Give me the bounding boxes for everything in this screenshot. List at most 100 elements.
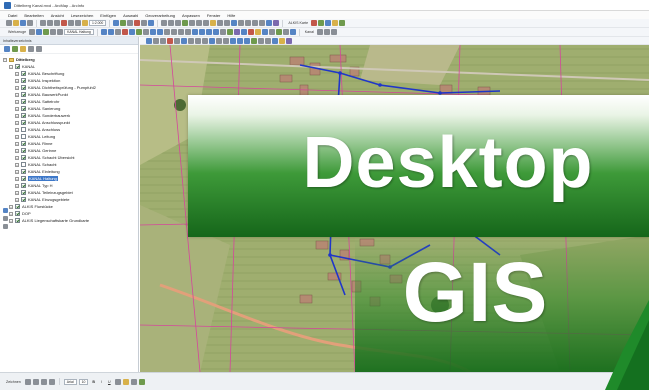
expand-icon[interactable]: + (15, 169, 19, 174)
connect-icon[interactable] (209, 37, 215, 44)
html-popup-icon[interactable] (245, 20, 252, 26)
font-color-icon[interactable] (114, 378, 121, 385)
kanal-tool-i-icon[interactable] (316, 29, 323, 35)
expand-icon[interactable]: + (15, 106, 19, 111)
export-icon[interactable] (286, 37, 292, 44)
reshape-icon[interactable] (188, 37, 194, 44)
toc-group-kanal-row[interactable]: − KANAL (0, 63, 138, 70)
kanal-tool-c-icon[interactable] (254, 29, 261, 35)
layer-checkbox[interactable] (21, 113, 26, 118)
layout-icon[interactable] (279, 37, 285, 44)
menu-hilfe[interactable]: Hilfe (227, 13, 235, 18)
font-select[interactable]: Arial (63, 378, 77, 385)
flag-icon[interactable] (135, 29, 142, 35)
expand-icon[interactable]: + (15, 127, 19, 132)
trace-downstream-icon[interactable] (156, 29, 163, 35)
toc-layer-row[interactable]: + KANAL Sanierung (0, 105, 138, 112)
menu-anpassen[interactable]: Anpassen (182, 13, 200, 18)
toc-layer-row[interactable]: + KANAL Rinne (0, 140, 138, 147)
kanal-tool-d-icon[interactable] (261, 29, 268, 35)
layer-checkbox[interactable] (21, 134, 26, 139)
expand-icon[interactable]: + (15, 183, 19, 188)
layer-checkbox[interactable] (21, 71, 26, 76)
identify-icon[interactable] (231, 20, 238, 26)
layer-checkbox[interactable] (21, 92, 26, 97)
sketch-icon[interactable] (43, 29, 50, 35)
expand-icon[interactable]: + (15, 141, 19, 146)
toc-layer-row[interactable]: + KANAL Einleitung (0, 168, 138, 175)
editor-icon[interactable] (113, 20, 120, 26)
line-tool-c-icon[interactable] (177, 29, 184, 35)
collapse-icon[interactable]: − (3, 57, 7, 62)
menu-einfuegen[interactable]: Einfügen (100, 13, 116, 18)
zoom-out-icon[interactable] (168, 20, 175, 26)
line-color-icon[interactable] (130, 378, 137, 385)
menu-fenster[interactable]: Fenster (207, 13, 221, 18)
arrow-up-icon[interactable] (205, 29, 212, 35)
create-features-icon[interactable] (114, 29, 121, 35)
catalog-icon[interactable] (120, 20, 127, 26)
toc-layer-row[interactable]: + KANAL Schacht (0, 161, 138, 168)
pan-icon[interactable] (175, 20, 182, 26)
toc-layer-row[interactable]: + KANAL Typ H (0, 182, 138, 189)
cut-icon[interactable] (40, 20, 46, 26)
network-c-icon[interactable] (244, 37, 250, 44)
toc-layer-row[interactable]: + KANAL Einzugsgebiete (0, 196, 138, 203)
open-folder-icon[interactable] (13, 20, 19, 26)
curve-icon[interactable] (202, 37, 208, 44)
toc-layer-row[interactable]: + KANAL Schacht Übersicht (0, 154, 138, 161)
print-icon[interactable] (27, 20, 33, 26)
toc-layer-row[interactable]: + KANAL Gerinne (0, 147, 138, 154)
rotate-element-icon[interactable] (32, 378, 39, 385)
draw-line-icon[interactable] (153, 37, 159, 44)
expand-icon[interactable]: + (15, 120, 19, 125)
line-tool-d-icon[interactable] (184, 29, 191, 35)
toc-group-row[interactable]: + DOP (0, 210, 138, 217)
select-elements-icon[interactable] (24, 378, 31, 385)
alkis-tool-b-icon[interactable] (318, 20, 325, 26)
expand-icon[interactable]: + (15, 85, 19, 90)
layer-checkbox[interactable] (21, 155, 26, 160)
toc-layer-row[interactable]: + KANAL Teileinzugsgebiet (0, 189, 138, 196)
toc-options-icon[interactable] (36, 46, 42, 52)
table-icon[interactable] (265, 37, 271, 44)
paste-icon[interactable] (54, 20, 60, 26)
menu-geoverarbeitung[interactable]: Geoverarbeitung (145, 13, 175, 18)
expand-icon[interactable]: + (15, 99, 19, 104)
dock-window-icon[interactable] (2, 208, 8, 213)
search-window-icon[interactable] (127, 20, 134, 26)
menu-lesezeichen[interactable]: Lesezeichen (71, 13, 93, 18)
arctoolbox-icon[interactable] (134, 20, 141, 26)
expand-icon[interactable]: + (15, 162, 19, 167)
expand-icon[interactable]: + (15, 78, 19, 83)
python-icon[interactable] (141, 20, 148, 26)
bold-button[interactable]: B (92, 380, 95, 384)
list-by-drawing-order-icon[interactable] (4, 46, 10, 52)
snap-icon[interactable] (219, 29, 226, 35)
measure-icon[interactable] (252, 20, 259, 26)
trace-upstream-icon[interactable] (149, 29, 156, 35)
kanal-tool-e-icon[interactable] (268, 29, 275, 35)
split-icon[interactable] (50, 29, 57, 35)
layer-checkbox[interactable] (21, 78, 26, 83)
layer-checkbox[interactable] (21, 169, 26, 174)
arrow-down-icon[interactable] (212, 29, 219, 35)
menu-bearbeiten[interactable]: Bearbeiten (24, 13, 43, 18)
line-tool-a-icon[interactable] (163, 29, 170, 35)
kanal-tool-j-icon[interactable] (323, 29, 330, 35)
move-icon[interactable] (181, 37, 187, 44)
expand-icon[interactable]: + (15, 176, 19, 181)
toc-layer-row[interactable]: + KANAL Inspektion (0, 77, 138, 84)
topology-icon[interactable] (226, 29, 233, 35)
toc-layer-row[interactable]: + KANAL BauwerkPunkt (0, 91, 138, 98)
find-icon[interactable] (259, 20, 266, 26)
expand-icon[interactable]: + (15, 197, 19, 202)
alkis-tool-e-icon[interactable] (339, 20, 346, 26)
layer-checkbox[interactable] (21, 141, 26, 146)
layer-checkbox[interactable] (15, 204, 20, 209)
expand-icon[interactable]: + (15, 113, 19, 118)
delete-icon[interactable] (61, 20, 67, 26)
time-slider-icon[interactable] (273, 20, 280, 26)
toc-layer-row[interactable]: + KANAL Sonderbauwerk (0, 112, 138, 119)
underline-button[interactable]: U (108, 380, 111, 384)
